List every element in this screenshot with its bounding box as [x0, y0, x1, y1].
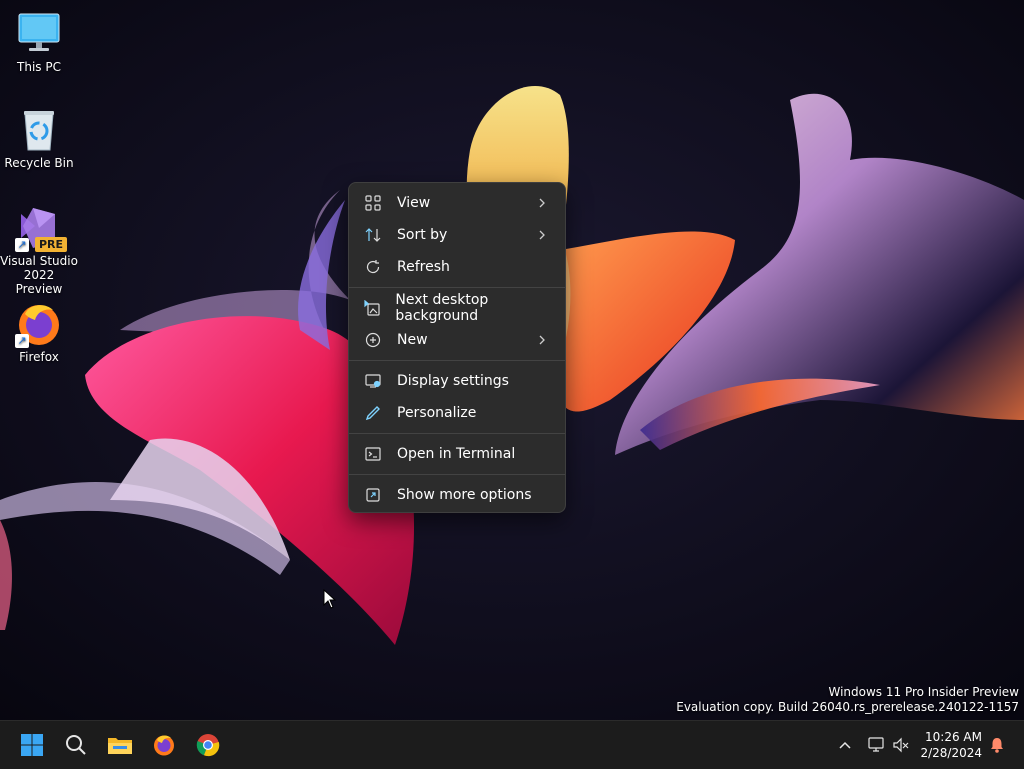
menu-item-open-in-terminal[interactable]: Open in Terminal	[353, 438, 561, 470]
volume-muted-icon	[893, 737, 909, 753]
desktop-icon-firefox[interactable]: ↗ Firefox	[0, 300, 78, 364]
bell-icon	[991, 738, 1003, 753]
taskbar-clock[interactable]: 10:26 AM 2/28/2024	[920, 729, 982, 761]
chevron-up-icon	[839, 741, 851, 749]
menu-item-label: View	[397, 195, 431, 211]
more-options-icon	[363, 485, 383, 505]
menu-item-label: Display settings	[397, 373, 509, 389]
menu-item-refresh[interactable]: Refresh	[353, 251, 561, 283]
clock-date: 2/28/2024	[920, 746, 982, 760]
menu-item-new[interactable]: New	[353, 324, 561, 356]
file-explorer-icon	[108, 738, 132, 754]
firefox-icon: ↗	[15, 300, 63, 348]
start-icon	[21, 734, 43, 756]
terminal-icon	[363, 444, 383, 464]
search-button[interactable]	[60, 729, 92, 761]
personalize-pen-icon	[363, 403, 383, 423]
clock-time: 10:26 AM	[925, 730, 982, 744]
menu-item-personalize[interactable]: Personalize	[353, 397, 561, 429]
menu-separator	[349, 433, 565, 434]
desktop-context-menu: View Sort by Refresh Next desktop backgr…	[348, 182, 566, 513]
menu-item-label: Sort by	[397, 227, 448, 243]
volume-button[interactable]	[889, 733, 913, 757]
new-plus-icon	[363, 330, 383, 350]
monitor-icon	[15, 10, 63, 58]
menu-item-label: New	[397, 332, 428, 348]
menu-item-label: Personalize	[397, 405, 477, 421]
refresh-icon	[363, 257, 383, 277]
desktop-icon-label: Recycle Bin	[4, 156, 74, 170]
chevron-right-icon	[535, 332, 549, 348]
menu-separator	[349, 474, 565, 475]
taskbar: 10:26 AM 2/28/2024	[0, 720, 1024, 769]
display-settings-icon	[363, 371, 383, 391]
menu-item-view[interactable]: View	[353, 187, 561, 219]
visual-studio-icon: PRE ↗	[15, 204, 67, 252]
chevron-right-icon	[535, 227, 549, 243]
recycle-bin-icon	[15, 106, 63, 154]
view-grid-icon	[363, 193, 383, 213]
sort-icon	[363, 225, 383, 245]
menu-item-label: Show more options	[397, 487, 532, 503]
menu-item-sort-by[interactable]: Sort by	[353, 219, 561, 251]
desktop-icon-this-pc[interactable]: This PC	[0, 10, 78, 74]
network-button[interactable]	[865, 733, 889, 757]
desktop-icon-label: This PC	[17, 60, 61, 74]
watermark-build: Evaluation copy. Build 26040.rs_prerelea…	[676, 700, 1019, 714]
file-explorer-button[interactable]	[104, 729, 136, 761]
search-icon	[66, 735, 86, 755]
menu-separator	[349, 360, 565, 361]
chevron-right-icon	[535, 195, 549, 211]
menu-item-label: Refresh	[397, 259, 450, 275]
menu-item-display-settings[interactable]: Display settings	[353, 365, 561, 397]
next-background-icon	[363, 298, 381, 318]
desktop-icon-label: Firefox	[19, 350, 59, 364]
preview-badge: PRE	[34, 237, 67, 252]
desktop-icon-label: Visual Studio 2022 Preview	[0, 254, 78, 296]
menu-item-label: Next desktop background	[395, 292, 489, 324]
shortcut-arrow-icon: ↗	[15, 238, 29, 252]
evaluation-watermark: Windows 11 Pro Insider Preview Evaluatio…	[676, 685, 1019, 715]
menu-item-show-more-options[interactable]: Show more options	[353, 479, 561, 511]
chrome-icon	[196, 734, 220, 757]
desktop-icon-visual-studio[interactable]: PRE ↗ Visual Studio 2022 Preview	[0, 204, 78, 296]
network-icon	[868, 737, 884, 752]
menu-separator	[349, 287, 565, 288]
shortcut-arrow-icon: ↗	[15, 334, 29, 348]
show-hidden-icons-button[interactable]	[833, 733, 857, 757]
menu-item-label: Open in Terminal	[397, 446, 516, 462]
desktop-icon-recycle-bin[interactable]: Recycle Bin	[0, 106, 78, 170]
mouse-cursor-icon	[323, 589, 337, 609]
menu-item-next-desktop-background[interactable]: Next desktop background	[353, 292, 561, 324]
chrome-taskbar-button[interactable]	[192, 729, 224, 761]
firefox-icon	[154, 735, 174, 756]
watermark-edition: Windows 11 Pro Insider Preview	[828, 685, 1019, 699]
start-button[interactable]	[16, 729, 48, 761]
firefox-taskbar-button[interactable]	[148, 729, 180, 761]
notification-button[interactable]	[985, 733, 1009, 757]
